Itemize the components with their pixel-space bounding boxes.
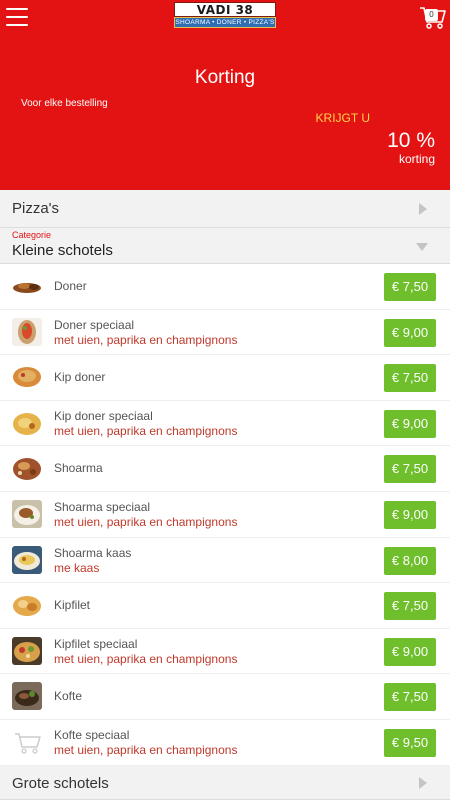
item-name: Shoarma kaas bbox=[54, 545, 132, 560]
item-description: met uien, paprika en champignons bbox=[54, 423, 238, 438]
discount-title: Korting bbox=[194, 67, 256, 88]
item-name: Kipfilet bbox=[54, 598, 91, 613]
cart-placeholder-icon bbox=[12, 727, 42, 756]
top-bar: VADI 38 SHOARMA • DONER • PIZZA'S 0 bbox=[0, 0, 450, 34]
menu-items-list: Doner € 7,50 Doner speciaal met uien, pa… bbox=[0, 264, 450, 766]
food-thumbnail bbox=[12, 272, 42, 300]
chevron-down-icon bbox=[416, 243, 428, 251]
cart-count-badge: 0 bbox=[425, 9, 438, 21]
price-button[interactable]: € 7,50 bbox=[384, 683, 436, 712]
menu-item[interactable]: Kip doner speciaal met uien, paprika en … bbox=[0, 400, 450, 447]
logo-subtitle: SHOARMA • DONER • PIZZA'S bbox=[175, 19, 275, 26]
price-button[interactable]: € 7,50 bbox=[384, 592, 436, 621]
menu-item[interactable]: Kip doner € 7,50 bbox=[0, 355, 450, 401]
menu-item[interactable]: Kipfilet speciaal met uien, paprika en c… bbox=[0, 628, 450, 675]
menu-item[interactable]: Kipfilet € 7,50 bbox=[0, 583, 450, 629]
menu-item[interactable]: Shoarma speciaal met uien, paprika en ch… bbox=[0, 491, 450, 538]
price-button[interactable]: € 9,00 bbox=[384, 318, 436, 347]
menu-item[interactable]: Shoarma € 7,50 bbox=[0, 446, 450, 492]
logo-bottom: SHOARMA • DONER • PIZZA'S bbox=[174, 17, 276, 28]
category-caption: Categorie bbox=[12, 230, 52, 240]
menu-icon-line bbox=[6, 16, 28, 18]
item-name: Doner speciaal bbox=[54, 317, 135, 332]
chevron-right-icon bbox=[419, 203, 427, 215]
menu-icon-line bbox=[6, 24, 28, 26]
item-description: met uien, paprika en champignons bbox=[54, 651, 238, 666]
item-name: Kip doner bbox=[54, 370, 106, 385]
food-thumbnail bbox=[12, 363, 42, 392]
food-thumbnail bbox=[12, 682, 42, 711]
price-button[interactable]: € 9,00 bbox=[384, 409, 436, 438]
item-name: Kip doner speciaal bbox=[54, 408, 153, 423]
category-grote-schotels-label: Grote schotels bbox=[12, 775, 109, 792]
price-button[interactable]: € 9,00 bbox=[384, 500, 436, 529]
category-pizzas[interactable]: Pizza's bbox=[0, 190, 450, 228]
food-thumbnail bbox=[12, 545, 42, 574]
menu-item[interactable]: Doner € 7,50 bbox=[0, 264, 450, 310]
price-button[interactable]: € 9,00 bbox=[384, 637, 436, 666]
discount-banner: Korting Voor elke bestelling KRIJGT U 10… bbox=[0, 34, 450, 190]
item-name: Shoarma speciaal bbox=[54, 499, 151, 514]
logo-top: VADI 38 bbox=[174, 2, 276, 17]
price-button[interactable]: € 8,00 bbox=[384, 546, 436, 575]
item-name: Kofte speciaal bbox=[54, 727, 130, 742]
item-description: met uien, paprika en champignons bbox=[54, 742, 238, 757]
price-button[interactable]: € 7,50 bbox=[384, 455, 436, 484]
food-thumbnail bbox=[12, 317, 42, 346]
food-thumbnail bbox=[12, 591, 42, 620]
menu-item[interactable]: Kofte speciaal met uien, paprika en cham… bbox=[0, 719, 450, 766]
menu-item[interactable]: Kofte € 7,50 bbox=[0, 674, 450, 720]
item-name: Shoarma bbox=[54, 461, 103, 476]
logo[interactable]: VADI 38 SHOARMA • DONER • PIZZA'S bbox=[174, 2, 276, 30]
price-button[interactable]: € 7,50 bbox=[384, 273, 436, 301]
item-name: Doner bbox=[54, 279, 87, 293]
category-kleine-schotels[interactable]: Categorie Kleine schotels bbox=[0, 228, 450, 264]
food-thumbnail bbox=[12, 408, 42, 437]
discount-subtitle: Voor elke bestelling bbox=[21, 98, 108, 109]
menu-icon-line bbox=[6, 8, 28, 10]
chevron-right-icon bbox=[419, 777, 427, 789]
category-kleine-schotels-label: Kleine schotels bbox=[12, 242, 113, 259]
item-name: Kofte bbox=[54, 689, 83, 704]
price-button[interactable]: € 9,50 bbox=[384, 728, 436, 757]
item-description: me kaas bbox=[54, 560, 100, 575]
logo-title: VADI 38 bbox=[196, 2, 254, 17]
food-thumbnail bbox=[12, 499, 42, 528]
menu-item[interactable]: Shoarma kaas me kaas € 8,00 bbox=[0, 537, 450, 584]
category-grote-schotels[interactable]: Grote schotels bbox=[0, 766, 450, 800]
food-thumbnail bbox=[12, 454, 42, 483]
menu-item[interactable]: Doner speciaal met uien, paprika en cham… bbox=[0, 309, 450, 356]
discount-krijgt-label: KRIJGT U bbox=[315, 111, 370, 125]
discount-korting-label: korting bbox=[398, 152, 435, 166]
item-name: Kipfilet speciaal bbox=[54, 636, 138, 651]
discount-percent: 10 % bbox=[387, 129, 435, 152]
category-pizzas-label: Pizza's bbox=[12, 200, 60, 217]
cart-button[interactable]: 0 bbox=[419, 6, 446, 30]
item-description: met uien, paprika en champignons bbox=[54, 514, 238, 529]
price-button[interactable]: € 7,50 bbox=[384, 364, 436, 393]
menu-icon[interactable] bbox=[6, 8, 28, 26]
food-thumbnail bbox=[12, 636, 42, 665]
item-description: met uien, paprika en champignons bbox=[54, 332, 238, 347]
